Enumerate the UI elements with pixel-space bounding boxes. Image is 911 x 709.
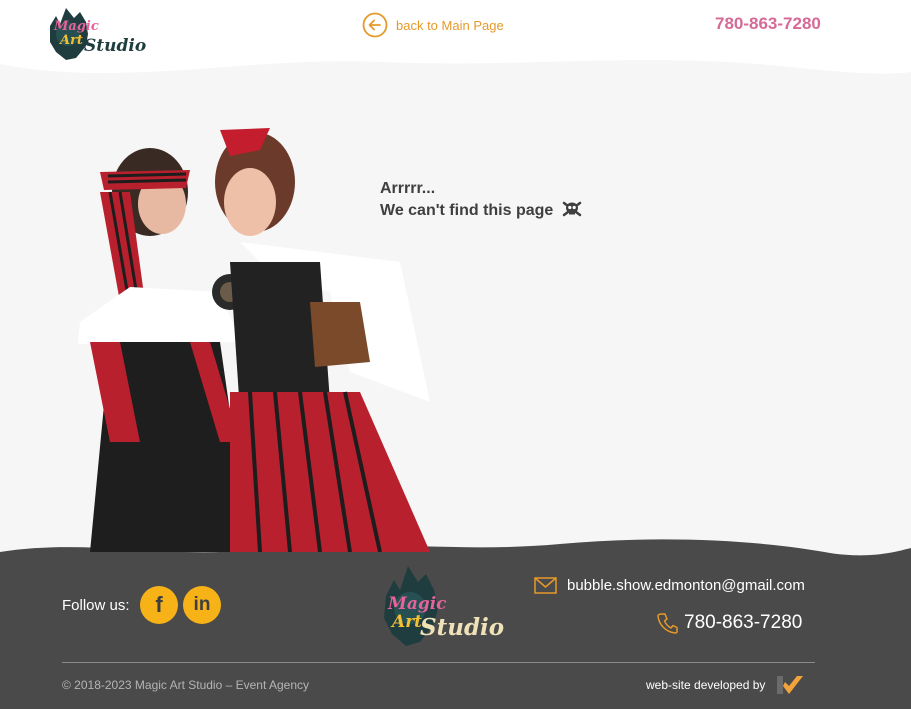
not-found-line1: Arrrrr...	[380, 180, 436, 197]
back-to-main-link[interactable]: back to Main Page	[362, 12, 504, 38]
footer-phone-link[interactable]: 780-863-7280	[657, 612, 802, 634]
logo-magic-text: Magic	[54, 19, 99, 34]
not-found-message: Arrrrr... We can't find this page	[380, 178, 582, 224]
footer-logo-art-text: Art	[392, 612, 422, 632]
email-link[interactable]: bubble.show.edmonton@gmail.com	[534, 577, 805, 594]
follow-us-label: Follow us:	[62, 597, 130, 614]
site-header: Magic Art Studio back to Main Page 780-8…	[0, 0, 911, 90]
header-phone-link[interactable]: 780-863-7280	[715, 14, 821, 34]
facebook-icon: f	[155, 592, 163, 617]
footer-phone-text: 780-863-7280	[684, 612, 803, 633]
arrow-left-circle-icon	[362, 12, 388, 38]
back-link-label: back to Main Page	[396, 17, 504, 33]
linkedin-icon: in	[193, 594, 211, 615]
skull-crossbones-icon	[562, 201, 582, 224]
logo[interactable]: Magic Art Studio	[46, 4, 150, 62]
not-found-line2: We can't find this page	[380, 202, 554, 219]
footer-logo[interactable]: Magic Art Studio	[380, 562, 504, 650]
developer-credit-link[interactable]: web-site developed by	[646, 672, 805, 698]
not-found-line2-wrap: We can't find this page	[380, 200, 582, 224]
envelope-icon	[534, 577, 557, 594]
phone-icon	[657, 613, 678, 634]
logo-art-text: Art	[60, 33, 83, 48]
footer-logo-magic-text: Magic	[388, 594, 447, 614]
facebook-button[interactable]: f	[140, 586, 178, 624]
footer-divider	[62, 662, 815, 663]
linkedin-button[interactable]: in	[183, 586, 221, 624]
developer-logo-icon	[777, 676, 804, 694]
copyright-text: © 2018-2023 Magic Art Studio – Event Age…	[62, 678, 309, 692]
developed-by-text: web-site developed by	[646, 678, 766, 692]
email-text: bubble.show.edmonton@gmail.com	[567, 577, 805, 594]
logo-studio-text: Studio	[84, 36, 147, 56]
footer-logo-studio-text: Studio	[420, 614, 505, 641]
